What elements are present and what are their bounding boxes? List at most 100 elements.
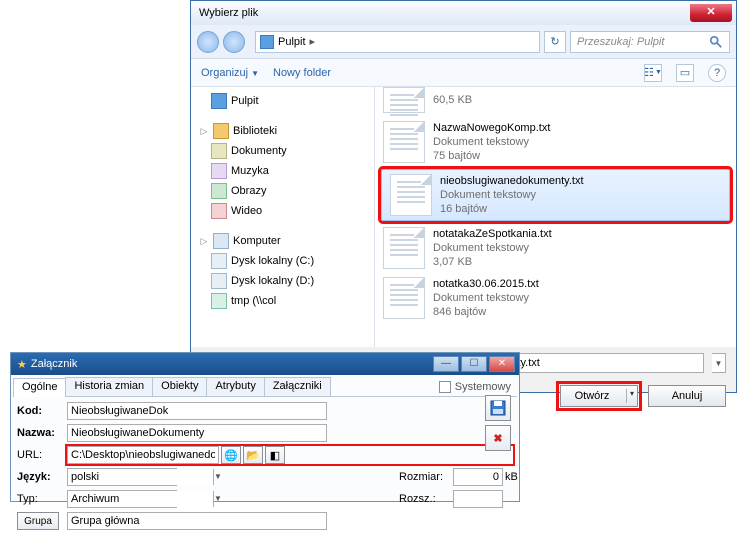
sidebar-item-libraries[interactable]: ▷Biblioteki	[191, 121, 374, 141]
back-button[interactable]	[197, 31, 219, 53]
sidebar-item-videos[interactable]: Wideo	[191, 201, 374, 221]
sidebar-item-computer[interactable]: ▷Komputer	[191, 231, 374, 251]
tab-history[interactable]: Historia zmian	[65, 377, 153, 396]
search-placeholder: Przeszukaj: Pulpit	[577, 36, 664, 48]
new-folder-button[interactable]: Nowy folder	[273, 67, 331, 79]
view-options-button[interactable]: ☷▼	[644, 64, 662, 82]
text-file-icon	[383, 87, 425, 113]
documents-icon	[211, 143, 227, 159]
filename-history-button[interactable]: ▼	[712, 353, 726, 373]
sidebar-item-pictures[interactable]: Obrazy	[191, 181, 374, 201]
organize-menu[interactable]: Organizuj▼	[201, 67, 259, 79]
open-button[interactable]: Otwórz	[560, 385, 638, 407]
x-icon: ✖	[493, 432, 502, 445]
typ-combo[interactable]: ▼	[67, 490, 177, 508]
grupa-button[interactable]: Grupa	[17, 512, 59, 530]
pictures-icon	[211, 183, 227, 199]
nav-row: Pulpit ▸ ↻ Przeszukaj: Pulpit	[191, 25, 736, 59]
chevron-down-icon[interactable]: ▼	[213, 469, 222, 485]
star-icon: ★	[17, 358, 27, 371]
label-rozmiar: Rozmiar:	[399, 471, 449, 483]
delete-button[interactable]: ✖	[485, 425, 511, 451]
preview-pane-button[interactable]: ▭	[676, 64, 694, 82]
help-button[interactable]: ?	[708, 64, 726, 82]
toolbar: Organizuj▼ Nowy folder ☷▼ ▭ ?	[191, 59, 736, 87]
label-nazwa: Nazwa:	[17, 427, 63, 439]
label-kb: kB	[505, 471, 518, 483]
file-name: notatka30.06.2015.txt	[433, 277, 539, 291]
tab-attachments[interactable]: Załączniki	[264, 377, 331, 396]
sidebar-item-documents[interactable]: Dokumenty	[191, 141, 374, 161]
file-name: NazwaNowegoKomp.txt	[433, 121, 550, 135]
rozmiar-input[interactable]	[453, 468, 503, 486]
eraser-icon: ◧	[270, 449, 280, 462]
sidebar-item-drive-c[interactable]: Dysk lokalny (C:)	[191, 251, 374, 271]
text-file-icon	[390, 174, 432, 216]
nazwa-input[interactable]	[67, 424, 327, 442]
rozsz-input[interactable]	[453, 490, 503, 508]
text-file-icon	[383, 121, 425, 163]
browse-button[interactable]: 🌐	[221, 446, 241, 464]
desktop-icon	[260, 35, 274, 49]
chevron-right-icon: ▷	[199, 126, 209, 137]
drive-icon	[211, 253, 227, 269]
file-item[interactable]: notatakaZeSpotkania.txt Dokument tekstow…	[375, 223, 736, 273]
forward-button[interactable]	[223, 31, 245, 53]
save-button[interactable]	[485, 395, 511, 421]
jezyk-combo[interactable]: ▼	[67, 468, 177, 486]
desktop-icon	[211, 93, 227, 109]
side-action-buttons: ✖	[485, 395, 511, 451]
file-item[interactable]: 60,5 KB	[375, 87, 736, 117]
minimize-button[interactable]: —	[433, 356, 459, 372]
search-icon	[709, 35, 723, 49]
maximize-button[interactable]: ☐	[461, 356, 487, 372]
label-url: URL:	[17, 449, 63, 461]
attachment-form: Kod: Nazwa: URL: 🌐 📂 ◧ Język: ▼ Rozmiar:…	[13, 397, 517, 535]
file-name: nieobslugiwanedokumenty.txt	[440, 174, 584, 188]
open-folder-button[interactable]: 📂	[243, 446, 263, 464]
drive-icon	[211, 273, 227, 289]
globe-icon: 🌐	[224, 449, 238, 462]
file-list[interactable]: 60,5 KB NazwaNowegoKomp.txt Dokument tek…	[375, 87, 736, 347]
cancel-button[interactable]: Anuluj	[648, 385, 726, 407]
label-typ: Typ:	[17, 493, 63, 505]
diskette-icon	[490, 400, 506, 416]
file-item[interactable]: NazwaNowegoKomp.txt Dokument tekstowy 75…	[375, 117, 736, 167]
sidebar-item-network-drive[interactable]: tmp (\\col	[191, 291, 374, 311]
open-dialog-titlebar[interactable]: Wybierz plik ✕	[191, 1, 736, 25]
url-input[interactable]	[67, 446, 219, 464]
system-checkbox-group: Systemowy	[439, 377, 517, 396]
folder-open-icon: 📂	[246, 449, 260, 462]
music-icon	[211, 163, 227, 179]
close-icon[interactable]: ✕	[690, 4, 732, 22]
places-sidebar[interactable]: Pulpit ▷Biblioteki Dokumenty Muzyka Obra…	[191, 87, 375, 347]
sidebar-item-drive-d[interactable]: Dysk lokalny (D:)	[191, 271, 374, 291]
tab-attributes[interactable]: Atrybuty	[206, 377, 264, 396]
text-file-icon	[383, 277, 425, 319]
label-rozsz: Rozsz.:	[399, 493, 449, 505]
close-button[interactable]: ✕	[489, 356, 515, 372]
breadcrumb[interactable]: Pulpit ▸	[255, 31, 540, 53]
chevron-right-icon: ▸	[310, 35, 316, 48]
clear-url-button[interactable]: ◧	[265, 446, 285, 464]
kod-input[interactable]	[67, 402, 327, 420]
refresh-button[interactable]: ↻	[544, 31, 566, 53]
label-kod: Kod:	[17, 405, 63, 417]
sidebar-item-music[interactable]: Muzyka	[191, 161, 374, 181]
search-input[interactable]: Przeszukaj: Pulpit	[570, 31, 730, 53]
system-checkbox[interactable]	[439, 381, 451, 393]
label-jezyk: Język:	[17, 471, 63, 483]
open-dialog-title: Wybierz plik	[199, 7, 690, 19]
file-item[interactable]: notatka30.06.2015.txt Dokument tekstowy …	[375, 273, 736, 323]
network-drive-icon	[211, 293, 227, 309]
file-name: notatakaZeSpotkania.txt	[433, 227, 552, 241]
tab-general[interactable]: Ogólne	[13, 378, 66, 397]
tab-bar: Ogólne Historia zmian Obiekty Atrybuty Z…	[13, 377, 517, 397]
attachment-title: Załącznik	[31, 358, 433, 370]
file-item-selected[interactable]: nieobslugiwanedokumenty.txt Dokument tek…	[381, 169, 730, 221]
sidebar-item-desktop[interactable]: Pulpit	[191, 91, 374, 111]
grupa-input[interactable]	[67, 512, 327, 530]
file-open-dialog: Wybierz plik ✕ Pulpit ▸ ↻ Przeszukaj: Pu…	[190, 0, 737, 393]
attachment-titlebar[interactable]: ★ Załącznik — ☐ ✕	[11, 353, 519, 375]
tab-objects[interactable]: Obiekty	[152, 377, 207, 396]
